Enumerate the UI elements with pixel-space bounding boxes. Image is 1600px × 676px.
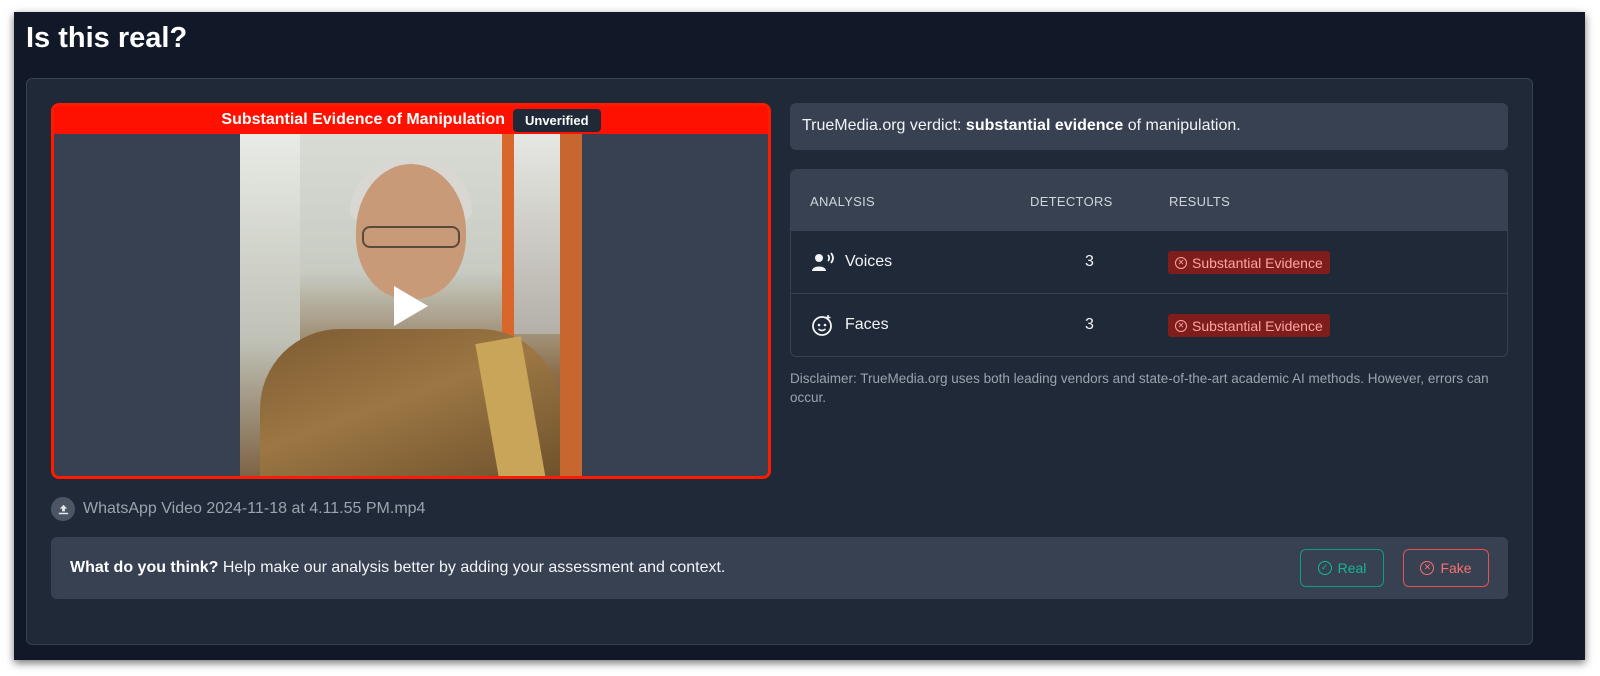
feedback-question: What do you think? [70,559,219,576]
check-circle-icon: ✓ [1317,561,1332,575]
fake-button[interactable]: ✕ Fake [1403,549,1489,587]
upload-icon [51,497,75,521]
row-label: Faces [845,316,889,333]
table-row-faces[interactable]: Faces 3 ✕ Substantial Evidence [791,293,1507,356]
table-header: ANALYSIS DETECTORS RESULTS [791,170,1507,230]
analysis-card: Substantial Evidence of Manipulation Unv… [26,78,1533,645]
face-icon [811,314,833,336]
file-name: WhatsApp Video 2024-11-18 at 4.11.55 PM.… [83,500,426,517]
verdict-box: TrueMedia.org verdict: substantial evide… [790,103,1508,150]
x-circle-icon: ✕ [1420,561,1435,575]
feedback-text: What do you think? Help make our analysi… [70,559,725,577]
disclaimer: Disclaimer: TrueMedia.org uses both lead… [790,371,1489,405]
voice-icon [811,251,834,273]
result-label: Substantial Evidence [1192,317,1323,334]
result-badge: ✕ Substantial Evidence [1168,251,1330,274]
x-circle-icon: ✕ [1175,319,1187,332]
header-results: RESULTS [1169,194,1231,209]
feedback-bar: What do you think? Help make our analysi… [51,537,1508,599]
table-row-voices[interactable]: Voices 3 ✕ Substantial Evidence [791,230,1507,293]
play-icon[interactable] [394,286,428,326]
real-button-label: Real [1337,560,1367,576]
video-player[interactable]: Substantial Evidence of Manipulation Unv… [51,103,771,479]
verdict-strong: substantial evidence [965,117,1124,134]
manipulation-banner: Substantial Evidence of Manipulation Unv… [54,106,768,134]
unverified-badge: Unverified [513,108,601,132]
header-analysis: ANALYSIS [810,194,876,209]
file-info: WhatsApp Video 2024-11-18 at 4.11.55 PM.… [51,497,425,521]
header-detectors: DETECTORS [1030,194,1113,209]
result-badge: ✕ Substantial Evidence [1168,314,1330,337]
page-title: Is this real? [26,22,188,54]
verdict-prefix: TrueMedia.org verdict: [802,117,966,134]
row-label: Voices [845,253,893,270]
x-circle-icon: ✕ [1175,256,1187,269]
verdict-suffix: of manipulation. [1123,117,1241,134]
fake-button-label: Fake [1440,560,1472,576]
real-button[interactable]: ✓ Real [1300,549,1384,587]
result-label: Substantial Evidence [1192,254,1323,271]
analysis-table: ANALYSIS DETECTORS RESULTS Voices 3 ✕ Su… [790,169,1508,357]
row-detectors: 3 [1085,316,1094,333]
row-detectors: 3 [1085,253,1094,270]
feedback-prompt: Help make our analysis better by adding … [218,559,726,576]
app-frame: Is this real? Substantial Evidence of Ma… [14,12,1585,660]
banner-text: Substantial Evidence of Manipulation [221,111,505,128]
